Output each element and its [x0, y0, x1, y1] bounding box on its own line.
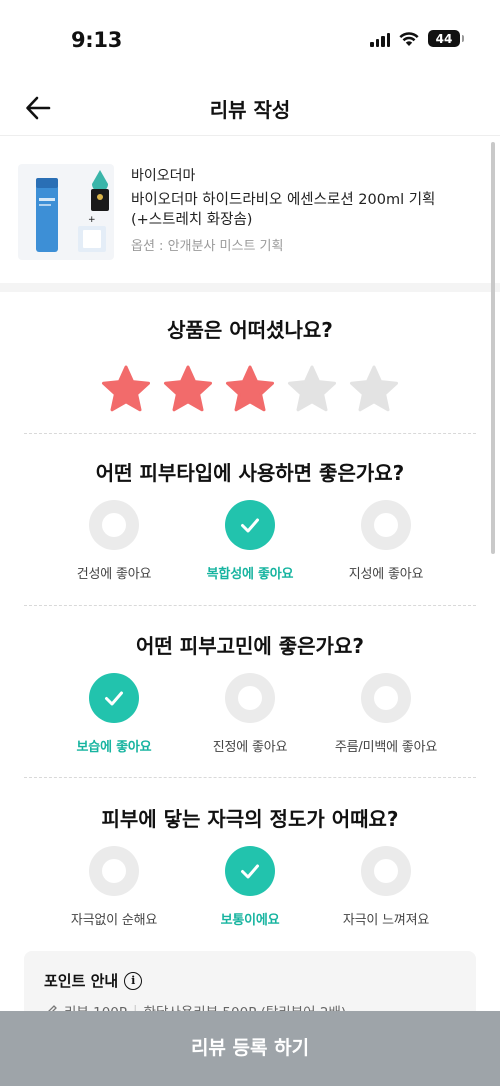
skin-concern-question: 어떤 피부고민에 좋은가요? — [136, 634, 364, 658]
star-icon[interactable] — [100, 364, 152, 416]
check-icon — [241, 518, 259, 533]
check-circle-icon — [89, 673, 139, 723]
dashed-divider — [24, 433, 476, 434]
svg-text:+: + — [88, 215, 96, 225]
skin-type-question: 어떤 피부타입에 사용하면 좋은가요? — [95, 461, 405, 485]
check-icon — [105, 691, 123, 706]
points-title-label: 포인트 안내 — [44, 972, 119, 990]
option-oily-skin[interactable]: 지성에 좋아요 — [306, 500, 466, 582]
product-option: 옵션 : 안개분사 미스트 기획 — [131, 239, 284, 254]
check-circle-icon — [225, 500, 275, 550]
star-icon[interactable] — [286, 364, 338, 416]
skin-concern-options: 보습에 좋아요 진정에 좋아요 주름/미백에 좋아요 — [0, 673, 500, 763]
status-bar: 9:13 44 — [0, 0, 500, 80]
radio-circle — [89, 500, 139, 550]
dashed-divider — [24, 777, 476, 778]
dashed-divider — [24, 605, 476, 606]
cellular-signal-icon — [370, 31, 390, 47]
radio-circle — [225, 673, 275, 723]
radio-circle — [361, 846, 411, 896]
submit-review-button[interactable]: 리뷰 등록 하기 — [0, 1011, 500, 1086]
wifi-icon — [399, 31, 419, 46]
header: 리뷰 작성 — [0, 80, 500, 136]
option-label: 주름/미백에 좋아요 — [334, 740, 438, 755]
star-icon[interactable] — [162, 364, 214, 416]
product-info: + 바이오더마 바이오더마 하이드라비오 에센스로션 200ml 기획 (+스트… — [0, 137, 500, 283]
product-image: + — [18, 164, 114, 260]
check-icon — [241, 864, 259, 879]
product-name: 바이오더마 하이드라비오 에센스로션 200ml 기획 (+스트레치 화장솜) — [131, 192, 436, 228]
star-rating[interactable] — [100, 364, 400, 418]
irritation-question: 피부에 닿는 자극의 정도가 어때요? — [101, 807, 399, 831]
points-title: 포인트 안내 i — [44, 970, 143, 991]
check-circle-icon — [225, 846, 275, 896]
radio-circle — [361, 500, 411, 550]
status-time: 9:13 — [71, 28, 123, 52]
scrollbar[interactable] — [491, 142, 495, 554]
star-icon[interactable] — [348, 364, 400, 416]
page-title: 리뷰 작성 — [209, 98, 291, 122]
section-divider — [0, 283, 500, 292]
skin-type-options: 건성에 좋아요 복합성에 좋아요 지성에 좋아요 — [0, 500, 500, 590]
option-wrinkle-whitening[interactable]: 주름/미백에 좋아요 — [306, 673, 466, 755]
status-icons: 44 — [370, 30, 464, 47]
product-brand: 바이오더마 — [131, 168, 196, 184]
radio-circle — [361, 673, 411, 723]
battery-icon: 44 — [428, 30, 464, 47]
info-icon[interactable]: i — [124, 971, 143, 990]
radio-circle — [89, 846, 139, 896]
option-irritating[interactable]: 자극이 느껴져요 — [306, 846, 466, 928]
option-label: 자극이 느껴져요 — [342, 913, 430, 928]
irritation-options: 자극없이 순해요 보통이에요 자극이 느껴져요 — [0, 846, 500, 936]
star-icon[interactable] — [224, 364, 276, 416]
option-label: 지성에 좋아요 — [348, 567, 424, 582]
rating-question: 상품은 어떠셨나요? — [167, 318, 333, 342]
